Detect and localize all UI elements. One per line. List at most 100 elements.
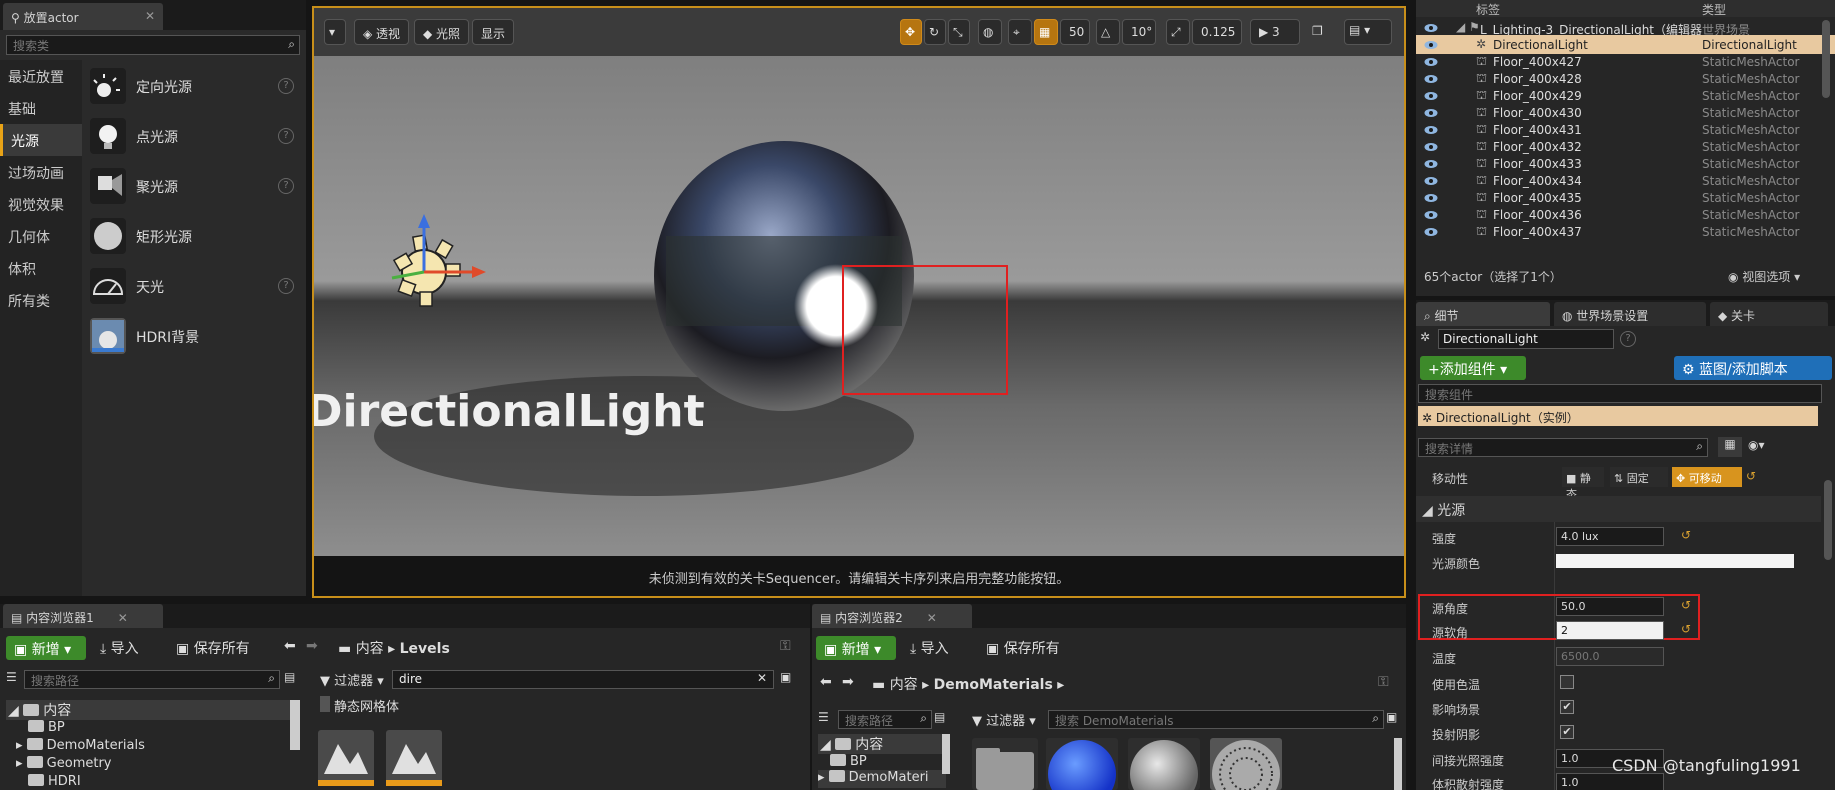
use-temperature-checkbox[interactable] — [1560, 675, 1574, 689]
reset-icon[interactable]: ↺ — [1746, 469, 1756, 483]
eye-icon[interactable] — [1424, 39, 1438, 49]
eye-icon[interactable] — [1424, 141, 1438, 151]
cb1-asset-search-input[interactable]: dire ✕ — [392, 670, 774, 689]
actor-item[interactable]: HDRI背景 — [84, 310, 304, 360]
class-search-input[interactable]: 搜索类 ⌕ — [6, 35, 300, 55]
tree-item-bp[interactable]: BP — [830, 754, 867, 769]
back-arrow-icon[interactable]: ⬅ — [284, 638, 296, 654]
tree-scrollbar[interactable] — [290, 700, 300, 750]
tree-item-hdri[interactable]: HDRI — [28, 774, 81, 789]
close-icon[interactable]: ✕ — [118, 611, 128, 625]
eye-visibility-icon[interactable]: ◉▾ — [1748, 438, 1765, 452]
source-soft-angle-field[interactable]: 2 — [1556, 621, 1664, 640]
folder-asset-thumbnail[interactable] — [972, 738, 1038, 790]
eye-icon[interactable] — [1424, 226, 1438, 236]
show-button[interactable]: 显示 — [472, 19, 515, 45]
reset-icon[interactable]: ↺ — [1681, 622, 1691, 636]
material-asset-thumbnail[interactable] — [1046, 738, 1118, 790]
component-search-input[interactable]: 搜索组件 — [1418, 384, 1822, 403]
tree-toggle-icon[interactable]: ☰ — [818, 710, 829, 724]
lock-icon[interactable]: ⚿ — [780, 638, 791, 654]
tab-world-settings[interactable]: ◍ 世界场景设置 — [1554, 302, 1706, 326]
category-all-classes[interactable]: 所有类 — [0, 284, 82, 316]
help-icon[interactable]: ? — [278, 178, 294, 194]
column-label-header[interactable]: 标签 — [1476, 1, 1500, 18]
tree-item-demomaterials[interactable]: ▸ DemoMateri — [818, 770, 946, 788]
help-icon[interactable]: ? — [278, 278, 294, 294]
close-icon[interactable]: ✕ — [145, 9, 155, 23]
category-lights[interactable]: 光源 — [0, 124, 82, 156]
actor-item[interactable]: 天光 ? — [84, 260, 304, 310]
help-icon[interactable]: ? — [1620, 331, 1636, 347]
outliner-scrollbar[interactable] — [1822, 20, 1830, 98]
back-arrow-icon[interactable]: ⬅ — [820, 674, 832, 690]
cb2-import-button[interactable]: ⤓ 导入 — [910, 638, 949, 658]
breadcrumb-levels[interactable]: Levels — [400, 641, 450, 657]
scale-snap-icon[interactable]: ⤢ — [1166, 19, 1190, 45]
breadcrumb-content[interactable]: 内容 — [890, 677, 918, 693]
eye-icon[interactable] — [1424, 90, 1438, 100]
lock-icon[interactable]: ⚿ — [1378, 674, 1389, 690]
eye-icon[interactable] — [1424, 209, 1438, 219]
grid-snap-icon[interactable]: ▦ — [1034, 19, 1058, 45]
actor-name-field[interactable]: DirectionalLight — [1438, 329, 1614, 349]
texture-asset-thumbnail[interactable] — [1210, 738, 1282, 790]
scale-snap-value[interactable]: 0.125 — [1192, 19, 1242, 45]
perspective-button[interactable]: ◈ 透视 — [354, 19, 410, 45]
world-local-icon[interactable]: ◍ — [978, 19, 1002, 45]
cb1-tab[interactable]: ▤ 内容浏览器1 ✕ — [3, 604, 163, 628]
eye-icon[interactable] — [1424, 73, 1438, 83]
cb1-path-search-input[interactable]: 搜索路径 ⌕ — [24, 670, 280, 689]
cb2-save-all-button[interactable]: ▣ 保存所有 — [986, 638, 1060, 658]
level-asset-thumbnail[interactable] — [386, 730, 442, 786]
cast-shadows-checkbox[interactable]: ✔ — [1560, 725, 1574, 739]
source-angle-field[interactable]: 50.0 — [1556, 597, 1664, 616]
asset-scrollbar[interactable] — [1394, 738, 1402, 790]
breadcrumb-demomaterials[interactable]: DemoMaterials — [934, 677, 1053, 693]
view-options-button[interactable]: ◉ 视图选项 ▾ — [1728, 268, 1800, 285]
filter-chip-toggle[interactable] — [320, 696, 330, 712]
outliner-row[interactable]: ⛫ Floor_400x437 StaticMeshActor — [1416, 222, 1835, 241]
component-instance-row[interactable]: ✲ DirectionalLight（实例） — [1418, 406, 1818, 426]
blueprint-button[interactable]: ⚙ 蓝图/添加脚本 — [1674, 356, 1832, 380]
forward-arrow-icon[interactable]: ➡ — [842, 674, 854, 690]
property-matrix-icon[interactable]: ▦ — [1718, 437, 1742, 457]
eye-icon[interactable] — [1424, 158, 1438, 168]
category-geometry[interactable]: 几何体 — [0, 220, 82, 252]
eye-icon[interactable] — [1424, 175, 1438, 185]
filter-chip-static-mesh[interactable]: 静态网格体 — [334, 696, 399, 715]
eye-icon[interactable] — [1424, 22, 1438, 32]
close-icon[interactable]: ✕ — [927, 611, 937, 625]
eye-icon[interactable] — [1424, 124, 1438, 134]
tree-toggle-icon[interactable]: ☰ — [6, 670, 17, 684]
clear-icon[interactable]: ✕ — [757, 671, 767, 685]
eye-icon[interactable] — [1424, 192, 1438, 202]
cb1-new-button[interactable]: ▣ 新增 ▾ — [6, 636, 86, 660]
mobility-stationary-button[interactable]: ⇅ 固定 — [1610, 467, 1668, 487]
cb2-filter-button[interactable]: ▼ 过滤器 ▾ — [972, 710, 1036, 729]
category-recent[interactable]: 最近放置 — [0, 60, 82, 92]
column-type-header[interactable]: 类型 — [1702, 1, 1726, 18]
help-icon[interactable]: ? — [278, 128, 294, 144]
cb2-tab[interactable]: ▤ 内容浏览器2 ✕ — [812, 604, 972, 628]
tree-item-demomaterials[interactable]: ▸ DemoMaterials — [16, 738, 145, 753]
view-list-icon[interactable]: ▤ — [934, 710, 945, 724]
rotate-tool-icon[interactable]: ↻ — [924, 19, 946, 45]
maximize-icon[interactable]: ❐ — [1308, 19, 1330, 45]
tree-root-content[interactable]: ◢ 内容 — [6, 700, 298, 720]
cb2-new-button[interactable]: ▣ 新增 ▾ — [816, 636, 896, 660]
category-volumes[interactable]: 体积 — [0, 252, 82, 284]
viewport-options-button[interactable]: ▾ — [324, 19, 346, 45]
cb1-save-all-button[interactable]: ▣ 保存所有 — [176, 638, 250, 658]
help-icon[interactable]: ? — [278, 78, 294, 94]
section-light-header[interactable]: ◢ 光源 — [1416, 496, 1821, 522]
reset-icon[interactable]: ↺ — [1681, 528, 1691, 542]
scale-tool-icon[interactable]: ⤡ — [948, 19, 970, 45]
details-search-input[interactable]: 搜索详情 ⌕ — [1418, 438, 1708, 457]
place-actor-tab[interactable]: ⚲ 放置actor ✕ — [3, 3, 163, 30]
rotation-snap-value[interactable]: 10° — [1122, 19, 1156, 45]
volumetric-scattering-field[interactable]: 1.0 — [1556, 773, 1664, 790]
level-asset-thumbnail[interactable] — [318, 730, 374, 786]
cb2-asset-search-input[interactable]: 搜索 DemoMaterials ⌕ — [1048, 710, 1384, 729]
cb1-import-button[interactable]: ⤓ 导入 — [100, 638, 139, 658]
